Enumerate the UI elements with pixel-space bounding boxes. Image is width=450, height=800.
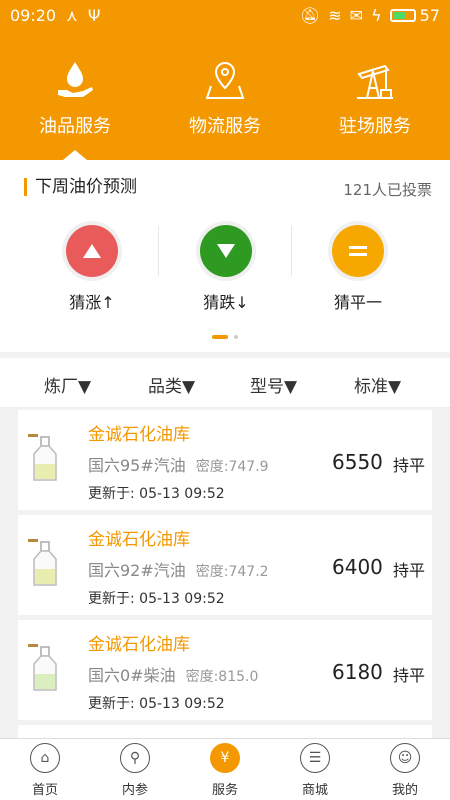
down-arrow-icon <box>200 225 252 277</box>
tab-mall[interactable]: ☰ 商城 <box>270 743 360 798</box>
density-text: 密度:815.0 <box>185 669 259 685</box>
product-grade: 国六95#汽油 密度:747.9 <box>88 452 269 476</box>
tab-logistics-service[interactable]: 物流服务 <box>150 30 300 160</box>
active-tab-indicator <box>63 150 87 160</box>
tab-home[interactable]: ⌂ 首页 <box>0 743 90 798</box>
guess-up-button[interactable]: 猜涨↑ <box>32 225 152 313</box>
carousel-dot-active <box>212 335 228 339</box>
tab-logistics-service-label: 物流服务 <box>189 116 261 137</box>
tab-onsite-service-label: 驻场服务 <box>339 116 411 137</box>
charging-icon: ϟ <box>371 5 382 25</box>
product-card[interactable]: 金诚石化油库 国六0#柴油 密度:815.0 更新于: 05-13 09:52 6… <box>18 620 432 720</box>
tab-mine-label: 我的 <box>391 783 418 798</box>
vote-count: 121人已投票 <box>343 181 432 199</box>
guess-down-button[interactable]: 猜跌↓ <box>166 225 286 313</box>
price-trend: 持平 <box>393 666 426 685</box>
search-icon: ⚲ <box>120 743 150 773</box>
updated-time: 更新于: 05-13 09:52 <box>88 486 225 502</box>
cart-icon: ☰ <box>300 743 330 773</box>
product-card[interactable]: 金诚石化油库 国六95#汽油 密度:747.9 更新于: 05-13 09:52 … <box>18 410 432 510</box>
grade-text: 国六95#汽油 <box>88 456 186 475</box>
forecast-title: 下周油价预测 <box>24 178 137 196</box>
price-forecast-panel: 下周油价预测 121人已投票 猜涨↑ 猜跌↓ 猜平一 <box>0 160 450 352</box>
yen-icon: ¥ <box>210 743 240 773</box>
price-value: 6400 <box>332 555 383 579</box>
depot-name: 金诚石化油库 <box>88 425 190 445</box>
oil-bottle-icon <box>28 434 57 481</box>
filter-model[interactable]: 型号▼ <box>250 372 297 397</box>
map-pin-icon <box>205 61 245 99</box>
guess-flat-button[interactable]: 猜平一 <box>298 225 418 313</box>
filter-standard[interactable]: 标准▼ <box>354 372 401 397</box>
tab-service[interactable]: ¥ 服务 <box>180 743 270 798</box>
equals-icon <box>332 225 384 277</box>
product-grade: 国六0#柴油 密度:815.0 <box>88 662 258 686</box>
tab-mine[interactable]: ☺ 我的 <box>360 743 450 798</box>
up-arrow-icon <box>66 225 118 277</box>
filter-bar: 炼厂▼ 品类▼ 型号▼ 标准▼ <box>0 358 450 408</box>
updated-time: 更新于: 05-13 09:52 <box>88 591 225 607</box>
user-icon: ☺ <box>390 743 420 773</box>
oil-bottle-icon <box>28 539 57 586</box>
price-trend: 持平 <box>393 561 426 580</box>
guess-down-label: 猜跌↓ <box>203 293 249 312</box>
message-icon: ✉︎ <box>349 5 364 25</box>
density-text: 密度:747.2 <box>195 564 269 580</box>
divider <box>158 226 159 276</box>
oil-drop-hand-icon <box>58 62 93 97</box>
product-card-partial[interactable] <box>18 725 432 738</box>
tab-onsite-service[interactable]: 驻场服务 <box>300 30 450 160</box>
service-header: 油品服务 物流服务 驻场服务 <box>0 30 450 160</box>
usb-icon: Ψ <box>87 5 101 25</box>
wifi-icon: ≋ <box>328 5 342 25</box>
guess-flat-label: 猜平一 <box>333 293 382 312</box>
density-text: 密度:747.9 <box>195 459 269 475</box>
oil-pump-jack-icon <box>357 64 393 99</box>
guess-up-label: 猜涨↑ <box>69 293 115 312</box>
mute-icon: 🔕︎ <box>299 5 321 25</box>
bottom-tab-bar: ⌂ 首页 ⚲ 内参 ¥ 服务 ☰ 商城 ☺ 我的 <box>0 738 450 800</box>
depot-name: 金诚石化油库 <box>88 530 190 550</box>
depot-name: 金诚石化油库 <box>88 635 190 655</box>
tab-insider-label: 内参 <box>121 783 148 798</box>
network-share-icon: ⋏ <box>66 5 78 25</box>
tab-oil-service[interactable]: 油品服务 <box>0 30 150 160</box>
tab-service-label: 服务 <box>211 783 238 798</box>
status-time: 09:20 <box>10 5 57 25</box>
tab-home-label: 首页 <box>31 783 58 798</box>
updated-time: 更新于: 05-13 09:52 <box>88 696 225 712</box>
home-icon: ⌂ <box>30 743 60 773</box>
filter-refinery[interactable]: 炼厂▼ <box>44 372 91 397</box>
grade-text: 国六92#汽油 <box>88 561 186 580</box>
price-value: 6550 <box>332 450 383 474</box>
price-value: 6180 <box>332 660 383 684</box>
battery-level: 57 <box>419 5 440 25</box>
oil-bottle-icon <box>28 644 57 691</box>
price-trend: 持平 <box>393 456 426 475</box>
carousel-dot <box>234 335 238 339</box>
battery-icon <box>389 8 416 22</box>
grade-text: 国六0#柴油 <box>88 666 176 685</box>
tab-mall-label: 商城 <box>301 783 328 798</box>
tab-insider[interactable]: ⚲ 内参 <box>90 743 180 798</box>
status-bar: 09:20 ⋏ Ψ 🔕︎ ≋ ✉︎ ϟ 57 <box>0 0 450 30</box>
product-grade: 国六92#汽油 密度:747.2 <box>88 557 269 581</box>
battery-indicator: 57 <box>389 5 440 25</box>
product-card[interactable]: 金诚石化油库 国六92#汽油 密度:747.2 更新于: 05-13 09:52 … <box>18 515 432 615</box>
filter-category[interactable]: 品类▼ <box>148 372 195 397</box>
carousel-indicator <box>0 335 450 339</box>
tab-oil-service-label: 油品服务 <box>39 116 111 137</box>
divider <box>291 226 292 276</box>
